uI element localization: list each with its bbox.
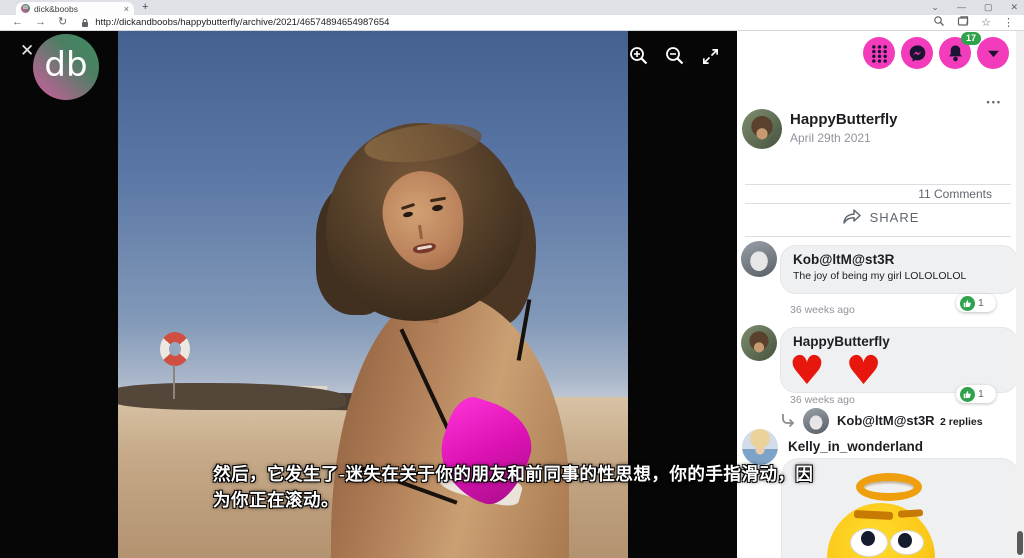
comment-bubble: HappyButterfly ♥ ♥ — [780, 327, 1018, 393]
bookmark-star-icon[interactable]: ☆ — [981, 16, 991, 30]
emoji-eyebrow — [898, 509, 923, 518]
site-favicon-icon: db — [21, 4, 30, 13]
comment-bubble — [781, 458, 1019, 558]
panel-scrollbar[interactable] — [1016, 31, 1024, 558]
notification-count-badge: 17 — [961, 32, 981, 45]
app-window: db dick&boobs × + ⌄ — ▢ ✕ ← → ↻ http://d… — [0, 0, 1024, 558]
send-to-device-icon[interactable] — [957, 14, 969, 32]
thumbs-up-icon — [960, 387, 975, 402]
commenter-avatar[interactable] — [741, 241, 777, 277]
thumbs-up-icon — [960, 296, 975, 311]
angel-halo — [856, 473, 922, 501]
commenter-name[interactable]: HappyButterfly — [781, 328, 1017, 349]
browser-tabstrip: db dick&boobs × + ⌄ — ▢ ✕ — [0, 0, 1024, 15]
lock-icon — [81, 18, 89, 28]
browser-tab[interactable]: db dick&boobs × — [16, 2, 134, 15]
back-icon[interactable]: ← — [12, 15, 23, 30]
post-photo — [118, 31, 628, 558]
emoji-pupil — [898, 533, 912, 548]
replies-count[interactable]: 2 replies — [940, 416, 983, 428]
window-minimize-icon[interactable]: — — [957, 0, 966, 14]
like-count: 1 — [978, 297, 984, 309]
refresh-icon[interactable]: ↻ — [58, 15, 67, 30]
share-label: SHARE — [870, 210, 920, 225]
post-date: April 29th 2021 — [790, 131, 871, 145]
reply-arrow-icon — [780, 412, 796, 433]
comment-bubble: Kob@ltM@st3R The joy of being my girl LO… — [780, 245, 1018, 294]
scrollbar-thumb[interactable] — [1017, 531, 1023, 555]
zoom-out-icon[interactable] — [664, 45, 686, 72]
like-badge[interactable]: 1 — [956, 385, 996, 403]
emoji-pupil — [861, 531, 875, 546]
tab-title: dick&boobs — [34, 4, 120, 14]
window-maximize-icon[interactable]: ▢ — [984, 0, 993, 14]
grid-icon — [871, 44, 888, 63]
commenter-name[interactable]: Kelly_in_wonderland — [788, 439, 923, 454]
commenter-avatar[interactable] — [741, 325, 777, 361]
tab-close-icon[interactable]: × — [124, 4, 129, 14]
caret-down-icon — [987, 49, 1000, 58]
browser-menu-icon[interactable]: ⋮ — [1003, 16, 1014, 30]
post-options-icon[interactable]: ••• — [987, 97, 1002, 107]
messenger-icon — [908, 44, 927, 63]
search-icon[interactable] — [933, 14, 945, 32]
comments-panel: 17 ••• HappyButterfly April 29th 2021 11… — [737, 31, 1024, 558]
commenter-avatar[interactable] — [742, 429, 778, 465]
commenter-name[interactable]: Kob@ltM@st3R — [781, 246, 1017, 267]
bell-icon — [947, 44, 964, 63]
site-logo[interactable]: db — [33, 34, 99, 100]
url-field[interactable]: http://dickandboobs/happybutterfly/archi… — [95, 17, 933, 28]
messenger-button[interactable] — [901, 37, 933, 69]
forward-icon[interactable]: → — [35, 15, 46, 30]
reply-author-avatar[interactable] — [803, 408, 829, 434]
window-controls: ⌄ — ▢ ✕ — [931, 0, 1018, 14]
beach-rocks — [118, 383, 346, 410]
divider — [745, 236, 1011, 237]
reply-author-name[interactable]: Kob@ltM@st3R — [837, 413, 935, 428]
like-badge[interactable]: 1 — [956, 294, 996, 312]
apps-grid-button[interactable] — [863, 37, 895, 69]
new-tab-button[interactable]: + — [142, 1, 148, 13]
divider — [745, 203, 1011, 204]
comment-time: 36 weeks ago — [790, 394, 855, 406]
zoom-in-icon[interactable] — [628, 45, 650, 72]
window-close-icon[interactable]: ✕ — [1010, 0, 1018, 14]
account-menu-button[interactable] — [977, 37, 1009, 69]
browser-urlbar: ← → ↻ http://dickandboobs/happybutterfly… — [0, 15, 1024, 31]
page-content: ✕ db — [0, 31, 1024, 558]
share-arrow-icon — [842, 209, 862, 225]
lifebuoy-hole — [169, 342, 181, 356]
like-count: 1 — [978, 388, 984, 400]
photo-viewer: ✕ db — [0, 31, 737, 558]
divider — [745, 184, 1011, 185]
lifebuoy-pole — [173, 365, 175, 399]
close-viewer-icon[interactable]: ✕ — [20, 41, 34, 61]
comment-text: The joy of being my girl LOLOLOLOL — [781, 267, 1017, 288]
post-author-name[interactable]: HappyButterfly — [790, 111, 898, 128]
share-button[interactable]: SHARE — [737, 209, 1024, 225]
post-author-avatar[interactable] — [742, 109, 782, 149]
window-menu-icon[interactable]: ⌄ — [931, 0, 939, 14]
comments-count[interactable]: 11 Comments — [918, 187, 992, 201]
fullscreen-expand-icon[interactable] — [701, 47, 720, 71]
comment-time: 36 weeks ago — [790, 304, 855, 316]
